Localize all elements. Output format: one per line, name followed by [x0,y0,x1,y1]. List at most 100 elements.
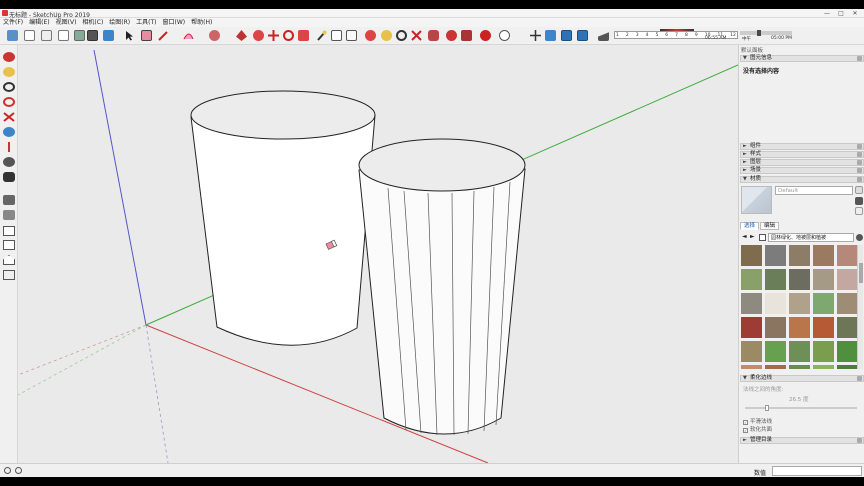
material-swatch[interactable] [837,293,858,314]
measurements-input[interactable] [772,466,862,476]
eraser-icon[interactable] [141,30,152,41]
walk-icon[interactable] [545,30,556,41]
push-pull-icon[interactable] [236,30,247,41]
position-camera-icon[interactable] [530,30,541,41]
materials-header[interactable]: ▼ 材质 [740,176,864,183]
material-swatch[interactable] [741,245,762,266]
minimize-button[interactable]: — [820,9,834,18]
material-grid-scrollbar[interactable] [857,245,863,369]
move-icon[interactable] [268,30,279,41]
material-swatch[interactable] [765,365,786,369]
material-swatch[interactable] [813,245,834,266]
panel-close-icon[interactable] [857,144,862,149]
menu-file[interactable]: 文件(F) [0,18,26,27]
tab-edit[interactable]: 编辑 [760,222,780,230]
material-swatch[interactable] [813,269,834,290]
panel-close-icon[interactable] [857,56,862,61]
material-swatch[interactable] [837,341,858,362]
scale-icon[interactable] [298,30,309,41]
shadow-time-slider[interactable] [740,30,792,36]
slider-knob[interactable] [765,405,769,411]
extension-manager-icon[interactable] [480,30,491,41]
maximize-button[interactable]: □ [834,9,848,18]
close-button[interactable]: ✕ [848,9,862,18]
tape-measure-icon[interactable] [316,30,327,41]
dimension-icon[interactable] [346,30,357,41]
create-material-icon[interactable] [855,197,863,205]
position-camera-icon[interactable] [3,142,15,152]
panel-close-icon[interactable] [857,160,862,165]
panel-close-icon[interactable] [857,438,862,443]
back-arrow-icon[interactable]: ◄ [742,233,747,240]
material-swatch[interactable] [789,245,810,266]
left-cylinder[interactable] [190,90,376,346]
scenes-header[interactable]: ► 场景 [740,167,864,174]
iso-view-icon[interactable] [7,30,18,41]
material-swatch[interactable] [765,245,786,266]
material-swatch[interactable] [765,269,786,290]
pan-icon[interactable] [3,67,15,77]
material-swatch[interactable] [765,293,786,314]
material-swatch[interactable] [789,341,810,362]
layers-header[interactable]: ► 图层 [740,159,864,166]
components-header[interactable]: ► 组件 [740,143,864,150]
xray-style-icon[interactable] [87,30,98,41]
tab-select[interactable]: 选择 [740,222,760,230]
shadows-toggle-icon[interactable] [598,32,609,41]
material-swatch[interactable] [765,341,786,362]
smooth-normals-checkbox[interactable]: ✓ 平滑法线 [743,417,772,425]
entity-info-header[interactable]: ▼ 图元信息 [740,55,864,62]
top-view-icon[interactable] [24,30,35,41]
group-icon[interactable] [3,210,15,220]
material-swatch[interactable] [789,269,810,290]
section-cuts-icon[interactable] [577,30,588,41]
material-swatch[interactable] [813,341,834,362]
geolocation-icon[interactable] [4,467,11,474]
material-swatch[interactable] [741,317,762,338]
previous-view-icon[interactable] [3,127,15,137]
menu-window[interactable]: 窗口(W) [160,18,189,27]
menu-edit[interactable]: 编辑(E) [26,18,52,27]
menu-camera[interactable]: 相机(C) [79,18,106,27]
zoom-window-icon[interactable] [3,97,15,107]
material-swatch[interactable] [837,269,858,290]
soften-coplanar-checkbox[interactable]: ✓ 软化共面 [743,425,772,433]
soften-angle-slider[interactable] [745,405,857,411]
material-collection-select[interactable]: 园林绿化、地被层和植被 [768,233,854,242]
pencil-line-icon[interactable] [158,30,169,41]
material-swatch[interactable] [741,341,762,362]
home-icon[interactable] [759,234,766,241]
shaded-style-icon[interactable] [103,30,114,41]
material-swatch[interactable] [837,317,858,338]
material-swatch[interactable] [813,365,834,369]
material-swatch[interactable] [789,293,810,314]
details-arrow-icon[interactable] [856,234,863,241]
account-icon[interactable] [499,30,510,41]
rotate-icon[interactable] [283,30,294,41]
material-name-field[interactable]: Default [775,186,853,195]
menu-draw[interactable]: 绘图(R) [106,18,133,27]
sample-paint-icon[interactable] [855,207,863,215]
orbit-icon[interactable] [3,52,15,62]
layout-send-icon[interactable] [461,30,472,41]
material-swatch[interactable] [741,293,762,314]
extension-warehouse-icon[interactable] [446,30,457,41]
house-icon[interactable] [3,240,15,250]
material-swatch[interactable] [813,317,834,338]
forward-arrow-icon[interactable]: ► [750,233,755,240]
right-view-icon[interactable] [58,30,69,41]
menu-tools[interactable]: 工具(T) [133,18,159,27]
section-plane-icon[interactable] [561,30,572,41]
panel-close-icon[interactable] [857,376,862,381]
text-tool-icon[interactable] [331,30,342,41]
menu-help[interactable]: 帮助(H) [188,18,215,27]
front-view-icon[interactable] [41,30,52,41]
soften-edges-header[interactable]: ▼ 柔化边线 [740,375,864,382]
material-swatch[interactable] [789,317,810,338]
zoom-icon[interactable] [3,82,15,92]
panel-close-icon[interactable] [857,177,862,182]
drawing-viewport[interactable] [18,45,738,463]
home-icon[interactable] [3,255,15,265]
credits-icon[interactable] [15,467,22,474]
panel-close-icon[interactable] [857,168,862,173]
